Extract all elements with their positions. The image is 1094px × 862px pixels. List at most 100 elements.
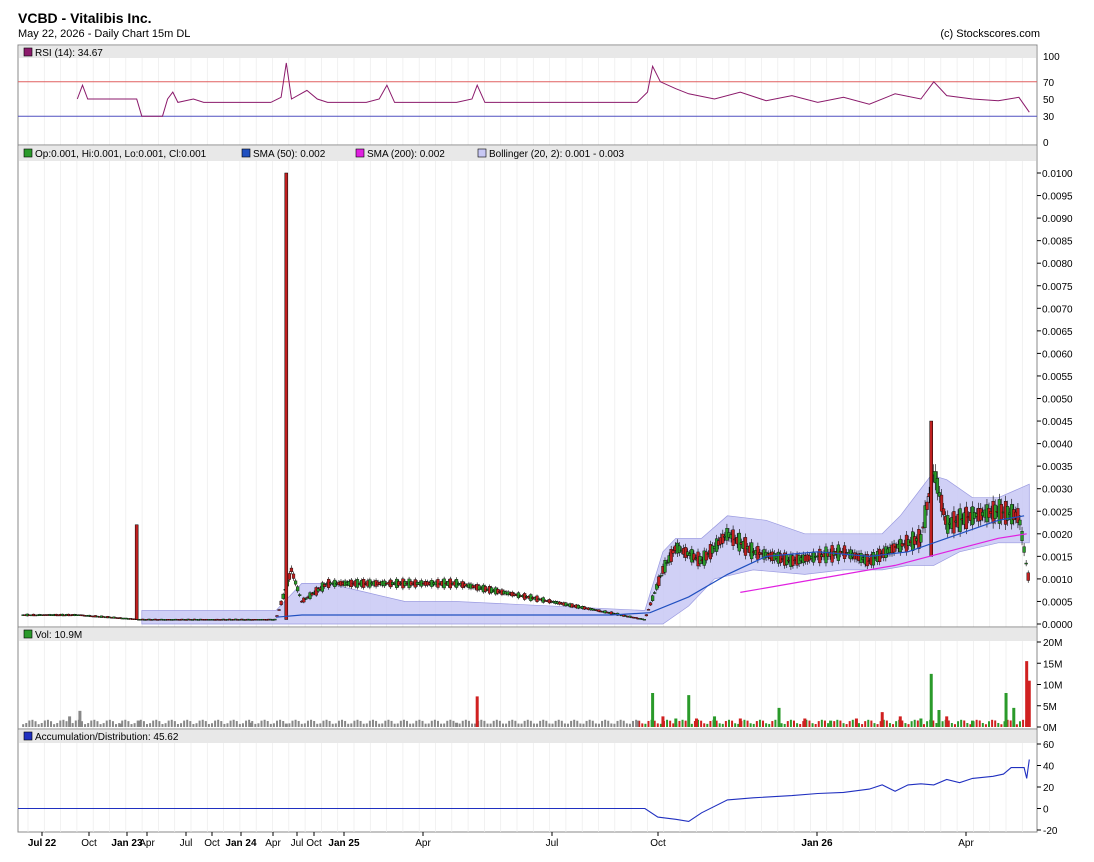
volume-bar-small xyxy=(991,719,994,727)
volume-bar-small xyxy=(817,721,820,727)
volume-bar-small xyxy=(155,719,158,727)
volume-bar-small xyxy=(294,719,297,727)
volume-bar-small xyxy=(291,720,294,727)
volume-bar-small xyxy=(433,719,436,727)
price-tick-label: 0.0005 xyxy=(1042,597,1073,608)
volume-bar-small xyxy=(347,723,350,727)
volume-bar-small xyxy=(430,720,433,727)
volume-bar-small xyxy=(827,723,830,727)
volume-bar-small xyxy=(796,723,799,727)
volume-bar-small xyxy=(582,723,585,727)
volume-bar xyxy=(803,718,807,727)
candle-body xyxy=(935,478,940,494)
volume-bar-small xyxy=(325,719,328,727)
price-spike xyxy=(134,524,139,620)
x-axis-tick-label: Jul xyxy=(180,838,193,849)
volume-bar-small xyxy=(619,719,622,727)
volume-bar-small xyxy=(864,721,867,727)
volume-bar xyxy=(937,710,941,727)
candle-body xyxy=(651,595,655,601)
volume-bar-small xyxy=(842,723,845,727)
volume-bar-small xyxy=(666,719,669,727)
volume-bar-small xyxy=(269,723,272,727)
volume-bar-small xyxy=(418,719,421,727)
volume-bar-small xyxy=(303,723,306,727)
volume-bar-small xyxy=(350,723,353,727)
volume-bar-small xyxy=(597,723,600,727)
volume-bar-small xyxy=(700,720,703,727)
volume-bar-small xyxy=(149,723,152,727)
volume-bar-small xyxy=(344,720,347,727)
volume-bar-small xyxy=(724,721,727,727)
volume-legend-swatch xyxy=(23,629,33,639)
volume-bar-small xyxy=(851,719,854,727)
volume-bar xyxy=(674,718,678,727)
volume-bar xyxy=(635,720,639,727)
volume-bar-small xyxy=(334,723,337,727)
x-axis-tick-label: Oct xyxy=(306,838,322,849)
volume-bar-small xyxy=(201,719,204,727)
volume-bar-small xyxy=(142,721,145,727)
volume-bar-small xyxy=(331,723,334,727)
volume-bar-small xyxy=(529,720,532,727)
candle-body xyxy=(277,609,281,611)
volume-bar-small xyxy=(492,720,495,727)
candle-body xyxy=(279,600,283,606)
volume-bar-small xyxy=(480,719,483,727)
rsi-tick-label: 30 xyxy=(1043,112,1055,123)
volume-bar-small xyxy=(548,723,551,727)
volume-bar-small xyxy=(607,720,610,727)
volume-bar-small xyxy=(820,719,823,727)
volume-bar-small xyxy=(594,723,597,727)
candle-body xyxy=(646,609,651,611)
volume-bar-small xyxy=(406,720,409,727)
price-tick-label: 0.0070 xyxy=(1042,304,1073,315)
volume-bar xyxy=(1012,707,1016,727)
volume-bar-small xyxy=(520,723,523,727)
candle-body xyxy=(281,593,285,599)
volume-bar-small xyxy=(105,720,108,727)
price-legend-3: Bollinger (20, 2): 0.001 - 0.003 xyxy=(489,149,625,160)
x-axis-tick-label: Jan 26 xyxy=(801,838,833,849)
price-tick-label: 0.0055 xyxy=(1042,372,1073,383)
volume-bar-small xyxy=(393,723,396,727)
volume-bar-small xyxy=(449,719,452,727)
x-axis-tick-label: Jul xyxy=(546,838,559,849)
volume-bar-small xyxy=(978,720,981,727)
volume-bar-small xyxy=(678,720,681,727)
volume-bar-small xyxy=(1018,721,1021,727)
volume-bar-small xyxy=(823,720,826,727)
volume-bar-small xyxy=(288,723,291,727)
volume-bar xyxy=(651,693,655,727)
x-axis-tick-label: Apr xyxy=(958,838,974,849)
volume-bar-small xyxy=(461,720,464,727)
volume-bar-small xyxy=(545,720,548,727)
volume-bar-small xyxy=(536,723,539,727)
volume-bar-small xyxy=(616,720,619,727)
price-tick-label: 0.0040 xyxy=(1042,440,1073,451)
volume-bar-small xyxy=(885,720,888,727)
price-tick-label: 0.0035 xyxy=(1042,462,1073,473)
candle-body xyxy=(320,582,325,592)
volume-bar-small xyxy=(892,724,895,727)
volume-bar-small xyxy=(421,720,424,727)
volume-bar-small xyxy=(1000,724,1003,727)
volume-bar-small xyxy=(176,723,179,727)
candle-body xyxy=(642,619,646,621)
volume-bar-small xyxy=(371,719,374,727)
volume-bar-small xyxy=(845,724,848,727)
volume-bar-small xyxy=(40,723,43,727)
volume-bar-small xyxy=(204,721,207,727)
volume-tick-label: 5M xyxy=(1043,702,1057,713)
volume-bar-small xyxy=(158,721,161,727)
volume-bar-small xyxy=(152,720,155,727)
volume-bar-small xyxy=(22,724,25,727)
volume-bar-small xyxy=(458,723,461,727)
volume-bar-small xyxy=(365,723,368,727)
volume-bar-small xyxy=(50,721,53,727)
price-legend-2: SMA (200): 0.002 xyxy=(367,149,445,160)
volume-bar-small xyxy=(501,723,504,727)
price-legend-0-swatch xyxy=(23,148,33,158)
volume-bar-small xyxy=(984,724,987,727)
volume-bar-small xyxy=(59,720,62,727)
